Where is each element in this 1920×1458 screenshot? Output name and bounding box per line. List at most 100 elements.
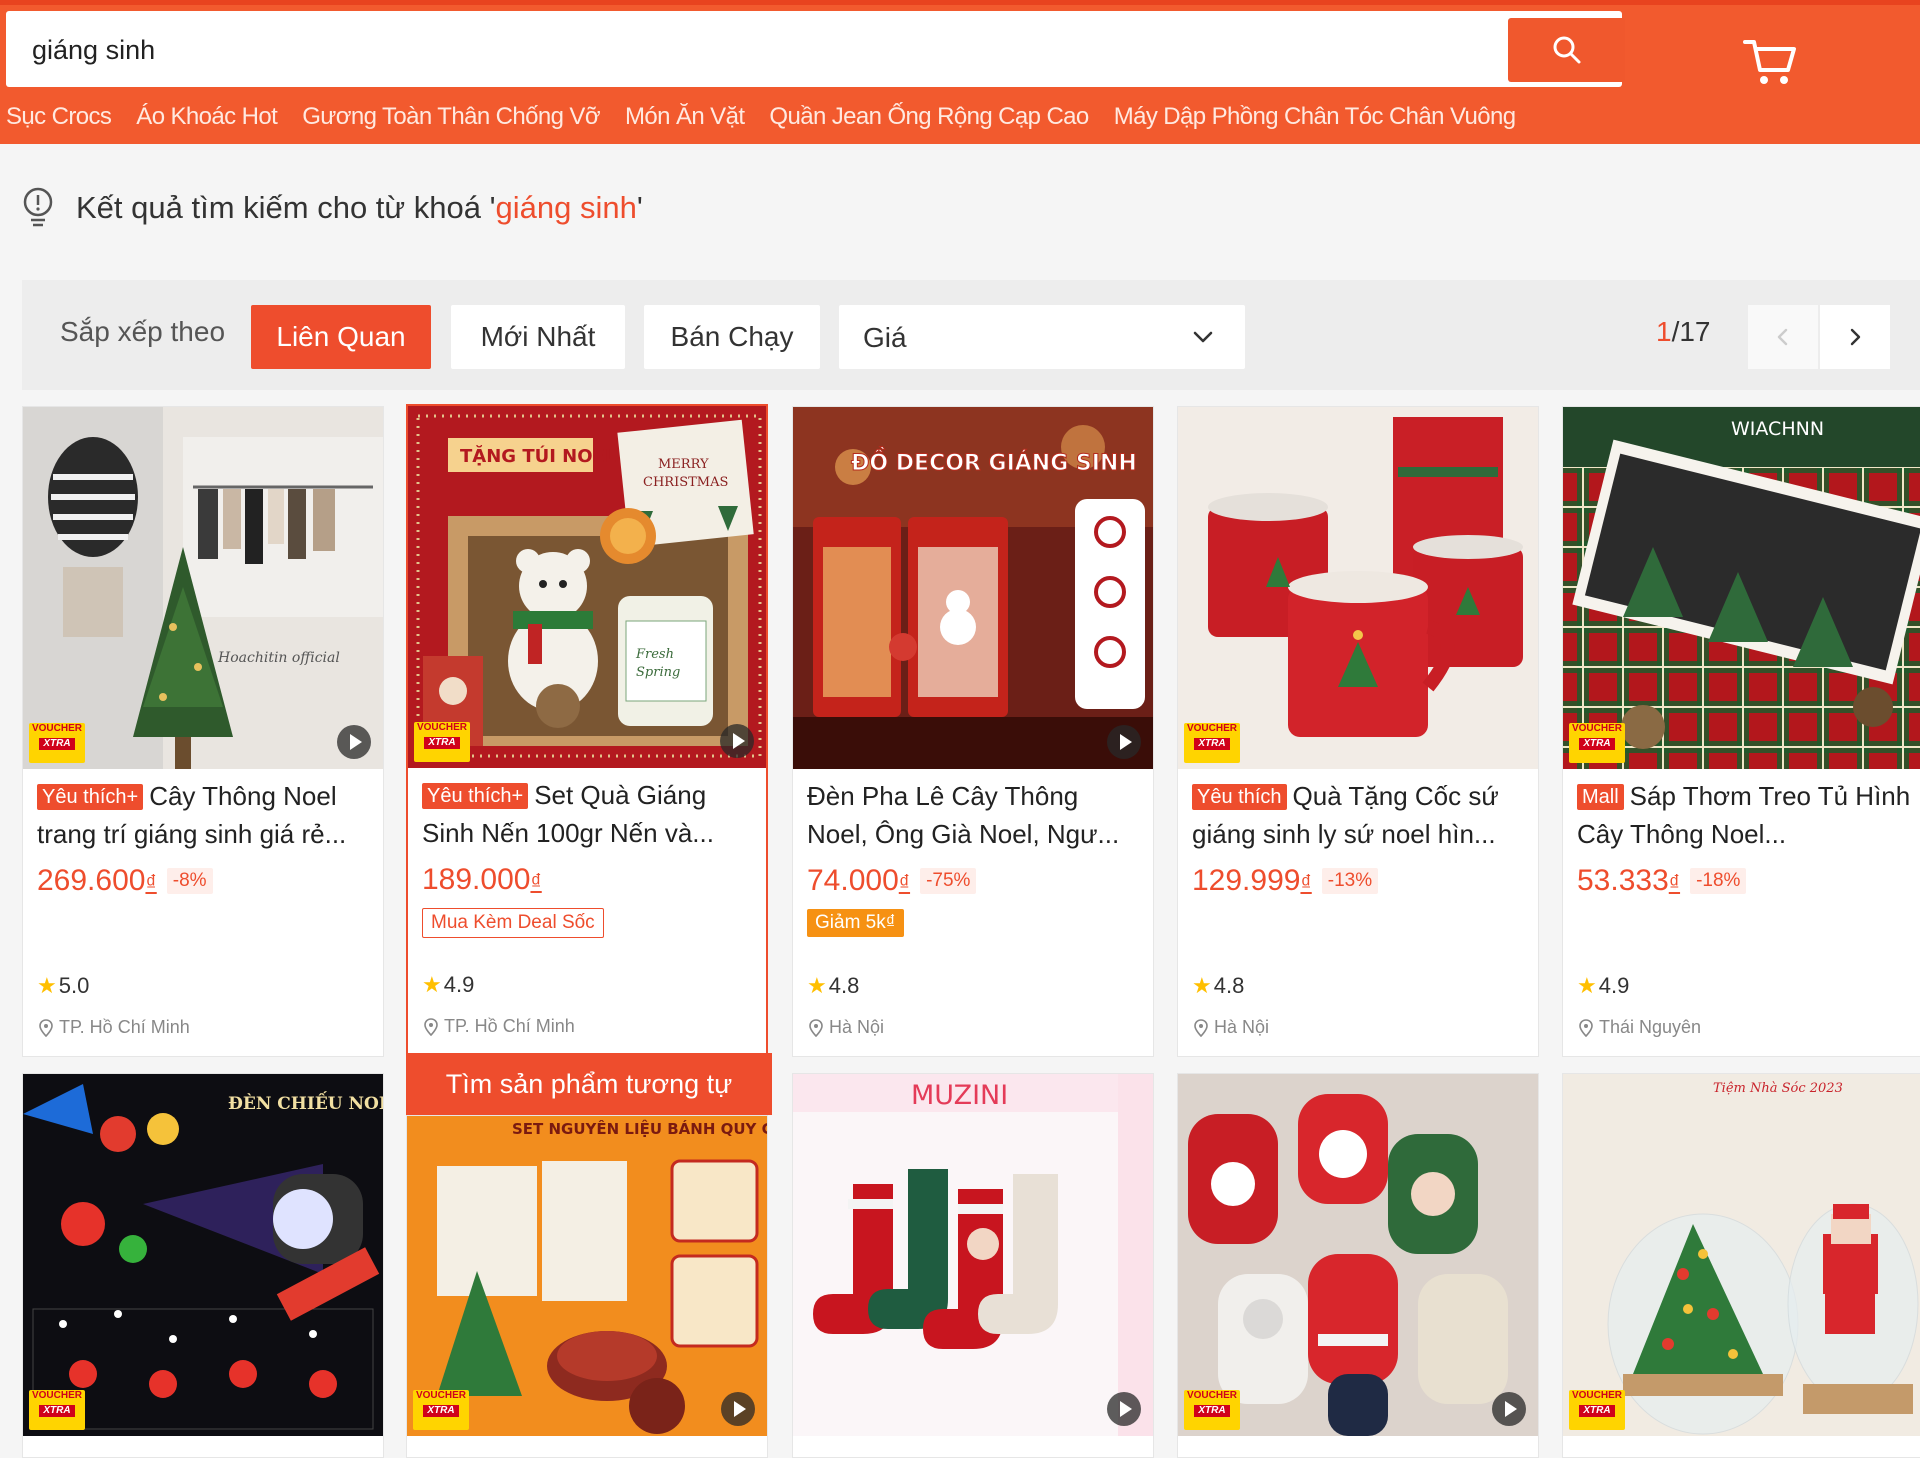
product-rating: ★4.8 [1192, 973, 1244, 999]
price-row: 53.333₫ -18% [1577, 861, 1913, 901]
price-value: 53.333 [1577, 864, 1669, 897]
suggestion-link[interactable]: Máy Dập Phồng Chân Tóc Chân Vuông [1114, 103, 1516, 133]
sort-newest-button[interactable]: Mới Nhất [451, 305, 625, 369]
play-video-icon[interactable] [720, 724, 754, 758]
product-card[interactable]: Tiệm Nhà Sóc 2023 VOUCHER XTRA [1562, 1073, 1920, 1458]
result-suffix: ' [636, 190, 643, 225]
currency-symbol: ₫ [530, 869, 542, 894]
favorite-badge: Yêu thích [1192, 784, 1287, 810]
play-video-icon[interactable] [721, 1392, 755, 1426]
product-title: Đèn Pha Lê Cây Thông Noel, Ông Già Noel,… [807, 777, 1143, 853]
product-card[interactable]: VOUCHER XTRA [1177, 1073, 1539, 1458]
deal-tag: Mua Kèm Deal Sốc [422, 908, 604, 938]
price-value: 189.000 [422, 863, 531, 896]
voucher-xtra-badge: VOUCHER XTRA [1184, 723, 1240, 763]
product-price: 129.999₫ [1192, 864, 1312, 898]
product-card[interactable]: Hoachitin official VOUCHER XTRA Yêu thích… [22, 406, 384, 1057]
suggestion-link[interactable]: Gương Toàn Thân Chống Vỡ [302, 103, 600, 133]
price-value: 129.999 [1192, 864, 1301, 897]
product-card[interactable]: ĐÈN CHIẾU NOEL 16 HIỆU ỨNG VOUCHER XTRA [22, 1073, 384, 1458]
suggestion-link[interactable]: Áo Khoác Hot [136, 103, 277, 133]
play-video-icon[interactable] [1107, 1392, 1141, 1426]
cart-icon [1743, 40, 1796, 84]
product-card[interactable]: MERRY CHRISTMAS TẶNG TÚI NOEL Fresh Spri… [406, 404, 768, 1056]
search-result-heading: Kết quả tìm kiếm cho từ khoá 'giáng sinh… [20, 186, 643, 230]
play-video-icon[interactable] [1492, 1392, 1526, 1426]
image-caption: SET NGUYÊN LIỆU BÁNH QUY GIÁNG SINH [512, 1118, 767, 1138]
page-total: /17 [1671, 316, 1711, 347]
location-text: Hà Nội [829, 1017, 885, 1037]
voucher-xtra-badge: VOUCHER XTRA [29, 1390, 85, 1430]
product-card[interactable]: VOUCHER XTRA Yêu thích Quà Tặng Cốc sứ giá… [1177, 406, 1539, 1057]
location-pin-icon [39, 1018, 53, 1037]
cart-button[interactable] [1742, 36, 1798, 88]
sort-bestseller-button[interactable]: Bán Chạy [644, 305, 820, 369]
product-info: Đèn Pha Lê Cây Thông Noel, Ông Già Noel,… [807, 777, 1143, 937]
star-icon: ★ [422, 972, 442, 997]
product-title: Yêu thích+ Cây Thông Noel trang trí giáng… [37, 777, 373, 853]
sort-relevance-button[interactable]: Liên Quan [251, 305, 431, 369]
prev-page-button[interactable] [1748, 305, 1818, 369]
voucher-bottom: XTRA [424, 737, 460, 749]
play-video-icon[interactable] [337, 725, 371, 759]
price-select-label: Giá [863, 322, 907, 353]
voucher-bottom: XTRA [423, 1405, 459, 1417]
voucher-xtra-badge: VOUCHER XTRA [1184, 1390, 1240, 1430]
image-caption: WIACHNN [1731, 418, 1824, 440]
search-box [6, 11, 1625, 89]
voucher-top: VOUCHER [1571, 1390, 1622, 1401]
currency-symbol: ₫ [1300, 870, 1312, 895]
location-text: Thái Nguyên [1599, 1017, 1702, 1037]
price-value: 269.600 [37, 864, 146, 897]
search-suggestions: Sục Crocs Áo Khoác Hot Gương Toàn Thân C… [6, 103, 1541, 133]
play-video-icon[interactable] [1107, 725, 1141, 759]
voucher-bottom: XTRA [39, 1405, 75, 1417]
svg-text:MERRY: MERRY [658, 457, 709, 472]
product-title: Mall Sáp Thơm Treo Tủ Hình Cây Thông Noel… [1577, 777, 1913, 853]
product-card[interactable]: SET NGUYÊN LIỆU BÁNH QUY GIÁNG SINH VOUC… [406, 1115, 768, 1458]
sort-price-select[interactable]: Giá [839, 305, 1245, 369]
product-rating: ★4.8 [807, 973, 859, 999]
price-row: 269.600₫ -8% [37, 861, 373, 901]
star-icon: ★ [807, 973, 827, 998]
mall-badge: Mall [1577, 784, 1624, 810]
voucher-bottom: XTRA [1579, 738, 1615, 750]
product-image: ĐỒ DECOR GIÁNG SINH [793, 407, 1153, 769]
suggestion-link[interactable]: Món Ăn Vặt [625, 103, 745, 133]
location-text: TP. Hồ Chí Minh [59, 1017, 190, 1037]
product-card[interactable]: MUZINI [792, 1073, 1154, 1458]
product-price: 74.000₫ [807, 864, 910, 898]
product-title: Yêu thích+ Set Quà Giáng Sinh Nến 100gr N… [422, 776, 758, 852]
sort-label: Sắp xếp theo [60, 316, 226, 347]
product-card[interactable]: ĐỒ DECOR GIÁNG SINH Đèn Pha Lê Cây Thông… [792, 406, 1154, 1057]
location-pin-icon [1579, 1018, 1593, 1037]
chevron-down-icon [1193, 331, 1213, 343]
product-price: 269.600₫ [37, 864, 157, 898]
product-card[interactable]: WIACHNN VOUCHER XTRA Mall Sáp Thơm Treo Tủ… [1562, 406, 1920, 1057]
favorite-badge: Yêu thích+ [422, 783, 529, 809]
image-caption: ĐỒ DECOR GIÁNG SINH [851, 447, 1137, 476]
product-image: VOUCHER XTRA [1178, 1074, 1538, 1436]
voucher-bottom: XTRA [1579, 1405, 1615, 1417]
suggestion-link[interactable]: Quần Jean Ống Rộng Cạp Cao [769, 103, 1089, 133]
product-image: SET NGUYÊN LIỆU BÁNH QUY GIÁNG SINH VOUC… [407, 1116, 767, 1436]
voucher-bottom: XTRA [1194, 1405, 1230, 1417]
rating-value: 4.8 [1213, 973, 1245, 998]
product-location: TP. Hồ Chí Minh [424, 1016, 575, 1037]
discount-badge: -8% [166, 868, 213, 894]
sort-bar: Sắp xếp theo Liên Quan Mới Nhất Bán Chạy… [22, 280, 1920, 390]
search-icon [1553, 36, 1580, 64]
product-info: Mall Sáp Thơm Treo Tủ Hình Cây Thông Noel… [1577, 777, 1913, 901]
discount-badge: -75% [920, 868, 977, 894]
result-text: Kết quả tìm kiếm cho từ khoá 'giáng sinh… [76, 190, 643, 226]
next-page-button[interactable] [1820, 305, 1890, 369]
discount-badge: -18% [1690, 868, 1747, 894]
search-button[interactable] [1508, 18, 1625, 82]
svg-text:CHRISTMAS: CHRISTMAS [643, 475, 728, 490]
product-rating: ★4.9 [422, 972, 474, 998]
find-similar-button[interactable]: Tìm sản phẩm tương tự [406, 1053, 772, 1115]
suggestion-link[interactable]: Sục Crocs [6, 103, 112, 133]
image-caption: MUZINI [911, 1080, 1008, 1111]
product-info: Yêu thích+ Set Quà Giáng Sinh Nến 100gr N… [422, 776, 758, 938]
search-input[interactable] [30, 11, 1484, 89]
